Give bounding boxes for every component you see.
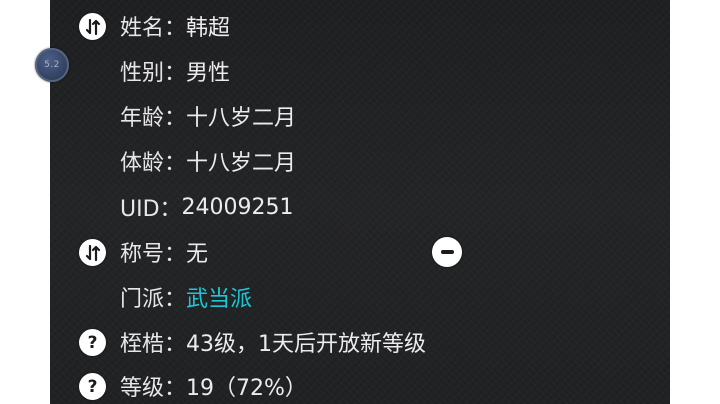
- info-row-body-age: 体龄： 十八岁二月: [120, 146, 296, 176]
- minus-icon: [440, 250, 454, 254]
- side-badge-text: 5.2: [44, 60, 60, 70]
- remove-title-button[interactable]: [432, 237, 462, 267]
- gender-value: 男性: [186, 61, 231, 86]
- info-row-shackle: 桎梏： 43级，1天后开放新等级: [120, 327, 426, 357]
- shackle-label: 桎梏：: [120, 332, 187, 357]
- uid-value: 24009251: [181, 194, 294, 220]
- title-value: 无: [186, 242, 209, 267]
- uid-label: UID：: [120, 197, 182, 222]
- screen: 5.2 姓名： 韩超 性别： 男性 年龄： 十八岁二月 体龄： 十八岁二月 UI…: [0, 0, 720, 404]
- info-row-sect: 门派： 武当派: [120, 282, 252, 312]
- sect-value[interactable]: 武当派: [186, 281, 252, 313]
- name-label: 姓名：: [120, 16, 187, 41]
- age-label: 年龄：: [120, 106, 187, 131]
- level-value: 19（72%）: [186, 376, 307, 401]
- collapsed-side-badge[interactable]: 5.2: [35, 48, 69, 82]
- swap-icon[interactable]: [79, 239, 106, 266]
- info-row-title: 称号： 无: [120, 237, 208, 267]
- shackle-value: 43级，1天后开放新等级: [186, 332, 427, 357]
- title-label: 称号：: [120, 242, 187, 267]
- level-label: 等级：: [120, 376, 187, 401]
- swap-icon[interactable]: [79, 13, 106, 40]
- info-row-uid: UID： 24009251: [120, 192, 294, 223]
- gender-label: 性别：: [120, 61, 187, 86]
- name-value: 韩超: [186, 16, 231, 41]
- body-age-value: 十八岁二月: [186, 151, 297, 176]
- info-row-level: 等级： 19（72%）: [120, 371, 307, 401]
- info-row-age: 年龄： 十八岁二月: [120, 101, 296, 131]
- help-icon[interactable]: ?: [79, 373, 106, 400]
- help-icon[interactable]: ?: [79, 329, 106, 356]
- age-value: 十八岁二月: [186, 106, 297, 131]
- info-row-gender: 性别： 男性: [120, 56, 230, 86]
- sect-label: 门派：: [120, 287, 187, 312]
- info-row-name: 姓名： 韩超: [120, 11, 230, 41]
- body-age-label: 体龄：: [120, 151, 187, 176]
